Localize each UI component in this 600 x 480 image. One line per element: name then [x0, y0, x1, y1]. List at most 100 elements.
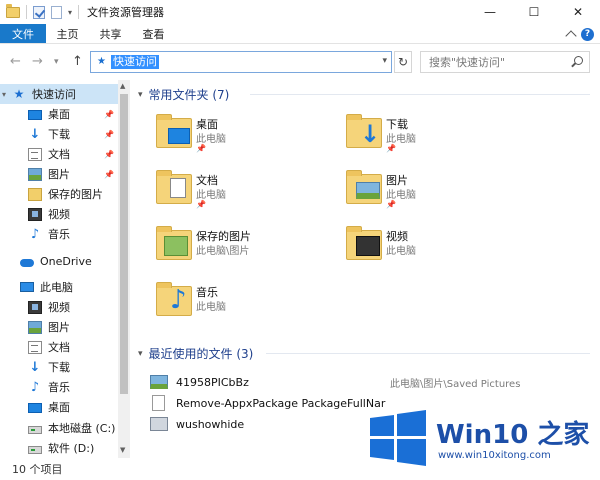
- pin-icon: 📌: [386, 144, 396, 153]
- nav-item-onedrive[interactable]: OneDrive: [0, 251, 118, 271]
- tab-file[interactable]: 文件: [0, 24, 46, 43]
- nav-item-label: 图片: [48, 321, 70, 334]
- ribbon-tabs: 文件 主页 共享 查看 ?: [0, 24, 600, 44]
- watermark-url: www.win10xitong.com: [438, 450, 551, 461]
- document-icon: [170, 178, 186, 198]
- maximize-button[interactable]: ☐: [512, 0, 556, 24]
- installer-file-icon: [150, 417, 168, 431]
- recent-file-name: Remove-AppxPackage PackageFullNar: [176, 396, 386, 410]
- nav-item-music[interactable]: ♪ 音乐: [0, 224, 118, 244]
- customize-toolbar-dropdown-icon[interactable]: ▾: [68, 8, 72, 17]
- pin-icon: 📌: [104, 149, 114, 159]
- recent-locations-chevron-icon[interactable]: ▾: [54, 57, 59, 67]
- window-title: 文件资源管理器: [87, 6, 165, 19]
- tab-share[interactable]: 共享: [89, 24, 132, 43]
- recent-file-row[interactable]: 41958PICbBz 此电脑\图片\Saved Pictures: [150, 372, 590, 392]
- frequent-folders-header[interactable]: ▾ 常用文件夹 (7): [138, 86, 229, 103]
- new-folder-icon[interactable]: [51, 5, 62, 19]
- recent-file-path: 此电脑\图片\Saved Pictures: [390, 378, 521, 390]
- download-icon: ↓: [29, 359, 41, 375]
- nav-item-this-pc[interactable]: 此电脑: [0, 277, 118, 297]
- nav-item-documents[interactable]: 文档 📌: [0, 144, 118, 164]
- desktop-icon: [28, 109, 42, 120]
- up-arrow-icon[interactable]: ↑: [72, 54, 83, 69]
- forward-arrow-icon[interactable]: →: [32, 54, 43, 69]
- image-file-icon: [150, 375, 168, 389]
- nav-item-drive-c[interactable]: 本地磁盘 (C:): [0, 418, 118, 438]
- picture-icon: [28, 167, 42, 181]
- item-count: 10 个项目: [12, 463, 63, 476]
- nav-item-pc-downloads[interactable]: ↓ 下载: [0, 357, 118, 377]
- nav-item-drive-d[interactable]: 软件 (D:): [0, 438, 118, 458]
- video-icon: [356, 236, 380, 256]
- tile-location: 此电脑: [386, 134, 416, 145]
- nav-item-label: 本地磁盘 (C:): [48, 422, 116, 435]
- toolbar-divider: [78, 5, 80, 19]
- properties-icon[interactable]: [33, 5, 45, 19]
- download-icon: ↓: [29, 126, 41, 142]
- help-icon[interactable]: ?: [581, 27, 594, 41]
- recent-files-header[interactable]: ▾ 最近使用的文件 (3): [138, 345, 253, 362]
- scroll-down-icon[interactable]: ▼: [120, 446, 125, 454]
- pin-icon: 📌: [104, 129, 114, 139]
- close-button[interactable]: ✕: [556, 0, 600, 24]
- folder-tile-pictures[interactable]: 图片 此电脑 📌: [346, 170, 526, 214]
- address-path[interactable]: 快速访问: [111, 55, 159, 69]
- nav-item-label: 桌面: [48, 108, 70, 121]
- address-dropdown-icon[interactable]: ▾: [382, 56, 387, 66]
- chevron-down-icon[interactable]: ▾: [138, 90, 143, 100]
- address-bar[interactable]: ★ 快速访问 ▾: [90, 51, 392, 73]
- folder-tile-music[interactable]: ♪ 音乐 此电脑: [156, 282, 336, 326]
- nav-item-label: 音乐: [48, 381, 70, 394]
- scroll-up-icon[interactable]: ▲: [120, 82, 125, 90]
- drive-icon: [28, 425, 42, 434]
- search-input[interactable]: 搜索"快速访问": [420, 51, 590, 73]
- expand-ribbon-icon[interactable]: [565, 30, 577, 42]
- toolbar-divider: [26, 5, 27, 19]
- nav-item-pc-videos[interactable]: 视频: [0, 297, 118, 317]
- minimize-button[interactable]: —: [468, 0, 512, 24]
- onedrive-icon: [20, 258, 34, 267]
- search-icon: [574, 56, 583, 65]
- refresh-button[interactable]: ↻: [394, 51, 412, 73]
- chevron-down-icon[interactable]: ▾: [138, 349, 143, 359]
- nav-item-downloads[interactable]: ↓ 下载 📌: [0, 124, 118, 144]
- music-icon: ♪: [170, 285, 187, 315]
- document-icon: [28, 147, 42, 161]
- folder-tile-documents[interactable]: 文档 此电脑 📌: [156, 170, 336, 214]
- nav-item-pc-music[interactable]: ♪ 音乐: [0, 377, 118, 397]
- nav-item-desktop[interactable]: 桌面 📌: [0, 104, 118, 124]
- nav-item-label: 图片: [48, 168, 70, 181]
- video-icon: [28, 300, 42, 314]
- watermark: Win10 之家 www.win10xitong.com: [368, 410, 593, 472]
- pin-icon: 📌: [104, 169, 114, 179]
- nav-item-pc-documents[interactable]: 文档: [0, 337, 118, 357]
- nav-item-label: 保存的图片: [48, 188, 103, 201]
- nav-item-saved-pictures[interactable]: 保存的图片: [0, 184, 118, 204]
- chevron-down-icon[interactable]: ▾: [2, 90, 6, 99]
- window-controls: — ☐ ✕: [468, 0, 600, 24]
- nav-item-pc-pictures[interactable]: 图片: [0, 317, 118, 337]
- nav-scrollbar[interactable]: ▲ ▼: [118, 80, 130, 458]
- nav-item-label: 桌面: [48, 401, 70, 414]
- star-icon: ★: [13, 86, 25, 101]
- folder-tile-saved-pictures[interactable]: 保存的图片 此电脑\图片: [156, 226, 336, 270]
- tile-location: 此电脑: [196, 302, 226, 313]
- back-arrow-icon[interactable]: ←: [10, 54, 21, 69]
- nav-item-pictures[interactable]: 图片 📌: [0, 164, 118, 184]
- nav-item-label: 视频: [48, 301, 70, 314]
- folder-tile-downloads[interactable]: ↓ 下载 此电脑 📌: [346, 114, 526, 158]
- pin-icon: 📌: [196, 144, 206, 153]
- tile-location: 此电脑: [386, 246, 416, 257]
- nav-item-label: 软件 (D:): [48, 442, 95, 455]
- music-icon: ♪: [30, 379, 40, 395]
- nav-item-videos[interactable]: 视频: [0, 204, 118, 224]
- nav-item-pc-desktop[interactable]: 桌面: [0, 397, 118, 417]
- folder-tile-desktop[interactable]: 桌面 此电脑 📌: [156, 114, 336, 158]
- scroll-thumb[interactable]: [120, 94, 128, 394]
- tab-view[interactable]: 查看: [132, 24, 175, 43]
- nav-item-quick-access[interactable]: ▾ ★ 快速访问: [0, 84, 118, 104]
- tab-home[interactable]: 主页: [46, 24, 89, 43]
- folder-tile-videos[interactable]: 视频 此电脑: [346, 226, 526, 270]
- ribbon-right-controls: ?: [565, 26, 594, 42]
